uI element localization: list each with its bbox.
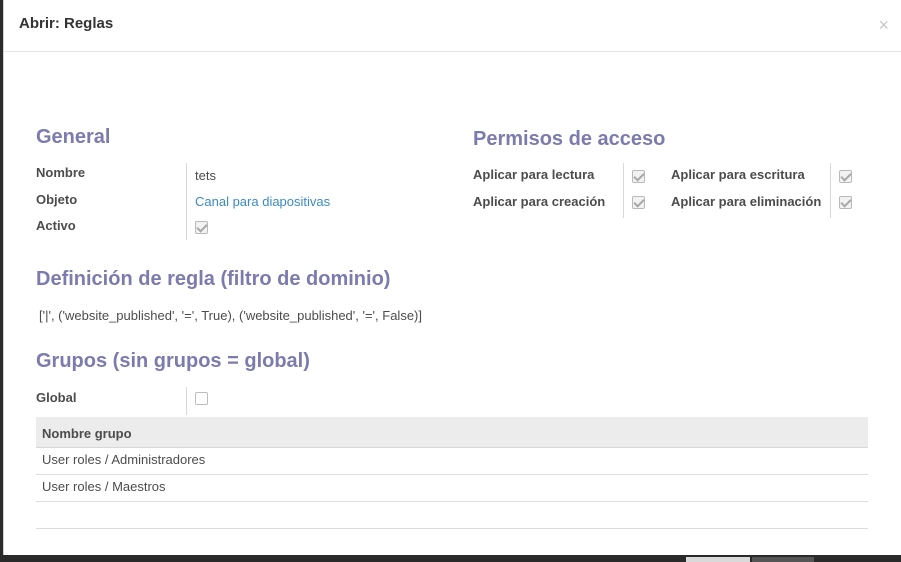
active-checkbox[interactable] — [195, 221, 208, 234]
dialog-title: Abrir: Reglas — [19, 15, 114, 32]
taskbar-item[interactable] — [752, 557, 814, 562]
write-label: Aplicar para escritura — [671, 167, 805, 182]
table-row[interactable]: User roles / Administradores — [36, 448, 868, 475]
global-checkbox[interactable] — [195, 392, 208, 405]
field-separator — [186, 188, 187, 214]
column-header-group-name[interactable]: Nombre grupo — [42, 426, 132, 441]
create-label: Aplicar para creación — [473, 194, 606, 209]
write-checkbox[interactable] — [839, 170, 852, 183]
group-name-cell: User roles / Administradores — [42, 452, 206, 467]
groups-table-header: Nombre grupo — [36, 417, 868, 448]
rule-definition-heading: Definición de regla (filtro de dominio) — [36, 268, 391, 290]
groups-heading: Grupos (sin grupos = global) — [36, 350, 310, 372]
domain-filter-value[interactable]: ['|', ('website_published', '=', True), … — [39, 308, 422, 323]
dialog: Abrir: Reglas × General Nombre tets Obje… — [3, 0, 901, 555]
field-separator — [623, 163, 624, 218]
field-separator — [186, 387, 187, 415]
taskbar-item[interactable] — [686, 557, 750, 562]
field-separator — [186, 214, 187, 240]
table-empty-row — [36, 502, 868, 529]
delete-label: Aplicar para eliminación — [671, 194, 822, 209]
delete-checkbox[interactable] — [839, 196, 852, 209]
name-value[interactable]: tets — [195, 168, 216, 183]
dialog-header: Abrir: Reglas × — [4, 0, 901, 52]
object-link[interactable]: Canal para diapositivas — [195, 194, 330, 209]
read-checkbox[interactable] — [632, 170, 645, 183]
global-label: Global — [36, 390, 77, 405]
name-label: Nombre — [36, 165, 86, 180]
read-label: Aplicar para lectura — [473, 167, 595, 182]
create-checkbox[interactable] — [632, 196, 645, 209]
active-label: Activo — [36, 218, 76, 233]
table-row[interactable]: User roles / Maestros — [36, 475, 868, 502]
group-name-cell: User roles / Maestros — [42, 479, 166, 494]
field-separator — [186, 163, 187, 188]
access-heading: Permisos de acceso — [473, 128, 666, 150]
close-icon[interactable]: × — [878, 15, 889, 35]
field-separator — [830, 163, 831, 218]
general-heading: General — [36, 126, 111, 148]
object-label: Objeto — [36, 192, 78, 207]
